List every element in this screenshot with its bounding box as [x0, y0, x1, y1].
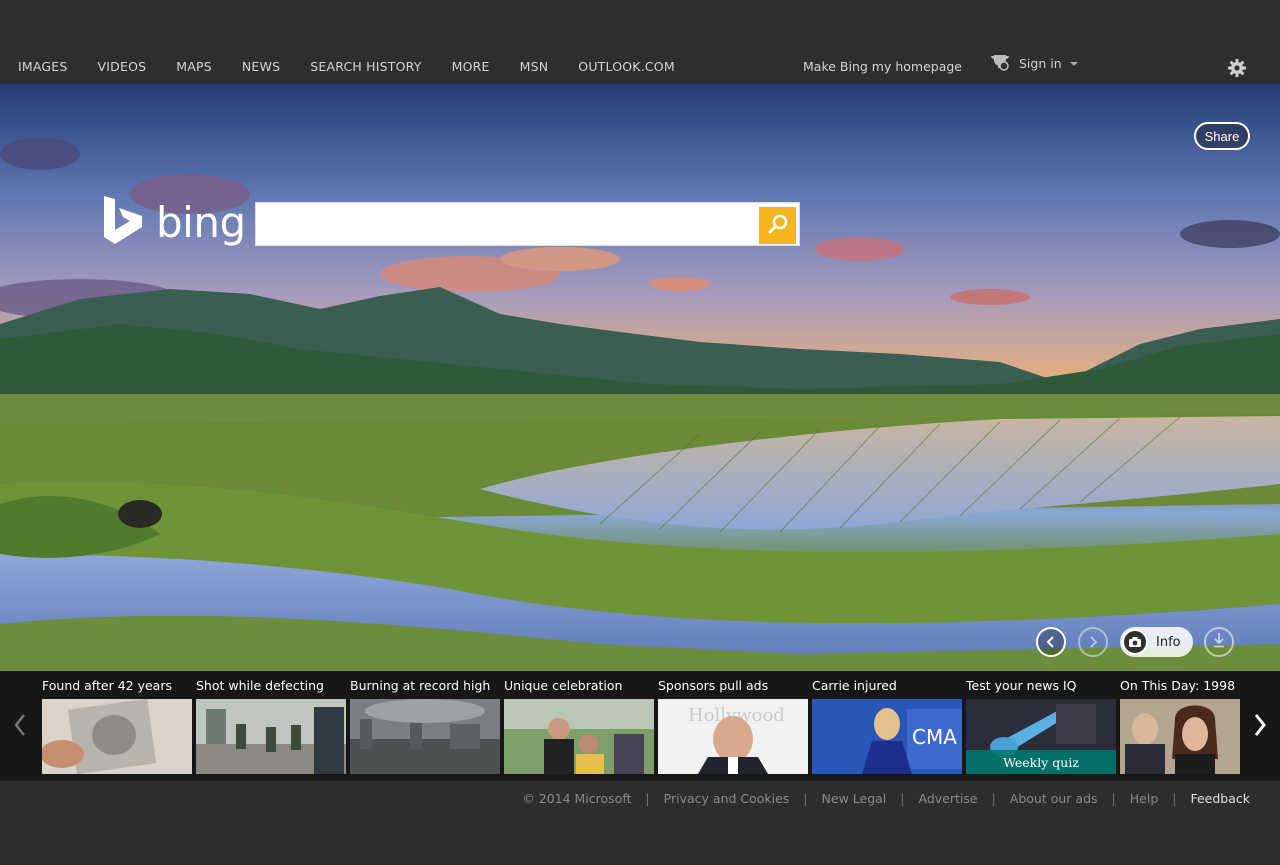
news-card-image — [504, 699, 654, 774]
news-card[interactable]: Shot while defecting — [196, 676, 346, 774]
news-card-title: On This Day: 1998 — [1120, 678, 1236, 693]
footer-links: © 2014 Microsoft | Privacy and Cookies |… — [522, 791, 1250, 806]
search-box — [255, 202, 800, 246]
chevron-down-icon — [1069, 61, 1078, 66]
news-card[interactable]: Sponsors pull ads Hollywood — [658, 676, 808, 774]
gear-icon[interactable] — [1227, 58, 1247, 78]
chevron-left-icon — [1045, 633, 1057, 652]
news-card[interactable]: Found after 42 years — [42, 676, 192, 774]
search-icon — [767, 213, 789, 239]
footer-separator: | — [991, 791, 996, 806]
footer-link-privacy[interactable]: Privacy and Cookies — [664, 791, 790, 806]
download-button[interactable] — [1204, 627, 1234, 657]
footer: © 2014 Microsoft | Privacy and Cookies |… — [0, 781, 1280, 865]
weekly-quiz-label: Weekly quiz — [966, 750, 1116, 774]
news-card[interactable]: Test your news IQ Weekly quiz — [966, 676, 1116, 774]
footer-link-help[interactable]: Help — [1130, 791, 1159, 806]
signin-button[interactable]: Sign in — [989, 53, 1078, 74]
news-card-title: Shot while defecting — [196, 678, 324, 693]
download-icon — [1212, 632, 1226, 652]
footer-link-advertise[interactable]: Advertise — [919, 791, 978, 806]
info-label: Info — [1156, 634, 1181, 650]
next-image-button[interactable] — [1078, 627, 1108, 657]
nav-images[interactable]: IMAGES — [18, 56, 68, 80]
bing-logo[interactable]: bing — [102, 194, 246, 250]
carousel-next-button[interactable] — [1250, 712, 1270, 742]
news-card-title: Found after 42 years — [42, 678, 172, 693]
news-card-title: Carrie injured — [812, 678, 897, 693]
news-card-image: CMA — [812, 699, 962, 774]
chevron-left-icon — [13, 713, 27, 741]
footer-link-feedback[interactable]: Feedback — [1190, 791, 1250, 806]
news-card-image — [1120, 699, 1240, 774]
news-card[interactable]: Unique celebration — [504, 676, 654, 774]
news-card-image — [350, 699, 500, 774]
nav-msn[interactable]: MSN — [520, 56, 549, 80]
search-button[interactable] — [759, 207, 796, 244]
top-bar: IMAGES VIDEOS MAPS NEWS SEARCH HISTORY M… — [0, 0, 1280, 84]
svg-text:CMA: CMA — [912, 725, 957, 749]
bing-logo-icon — [102, 194, 144, 250]
footer-separator: | — [1172, 791, 1177, 806]
bing-wordmark: bing — [156, 198, 246, 247]
nav-outlook[interactable]: OUTLOOK.COM — [578, 56, 675, 80]
nav-news[interactable]: NEWS — [242, 56, 280, 80]
share-button[interactable]: Share — [1194, 122, 1250, 150]
footer-separator: | — [645, 791, 650, 806]
nav-more[interactable]: MORE — [452, 56, 490, 80]
news-card-title: Burning at record high — [350, 678, 491, 693]
info-button[interactable]: Info — [1120, 627, 1193, 657]
news-card-image — [42, 699, 192, 774]
chevron-right-icon — [1253, 713, 1267, 741]
footer-separator: | — [900, 791, 905, 806]
previous-image-button[interactable] — [1036, 627, 1066, 657]
nav-videos[interactable]: VIDEOS — [98, 56, 147, 80]
copyright-text: © 2014 Microsoft — [522, 791, 632, 806]
footer-link-legal[interactable]: New Legal — [822, 791, 887, 806]
chevron-right-icon — [1087, 633, 1099, 652]
make-homepage-link[interactable]: Make Bing my homepage — [803, 56, 962, 78]
camera-icon — [1122, 629, 1148, 655]
footer-separator: | — [1111, 791, 1116, 806]
news-card-title: Unique celebration — [504, 678, 623, 693]
search-input[interactable] — [256, 203, 756, 245]
news-card-image — [196, 699, 346, 774]
footer-link-about-ads[interactable]: About our ads — [1010, 791, 1098, 806]
news-card[interactable]: Burning at record high — [350, 676, 500, 774]
carousel-prev-button[interactable] — [10, 712, 30, 742]
news-card-image: Hollywood — [658, 699, 808, 774]
news-card[interactable]: Carrie injured CMA — [812, 676, 962, 774]
nav-maps[interactable]: MAPS — [176, 56, 212, 80]
signin-label: Sign in — [1019, 56, 1062, 71]
nav-search-history[interactable]: SEARCH HISTORY — [310, 56, 421, 80]
background-image — [0, 84, 1280, 671]
footer-separator: | — [803, 791, 808, 806]
news-card-image: Weekly quiz — [966, 699, 1116, 774]
top-nav: IMAGES VIDEOS MAPS NEWS SEARCH HISTORY M… — [0, 56, 687, 80]
news-card-title: Sponsors pull ads — [658, 678, 769, 693]
news-card-title: Test your news IQ — [966, 678, 1077, 693]
news-card[interactable]: On This Day: 1998 — [1120, 676, 1240, 774]
trophy-icon — [989, 53, 1011, 74]
